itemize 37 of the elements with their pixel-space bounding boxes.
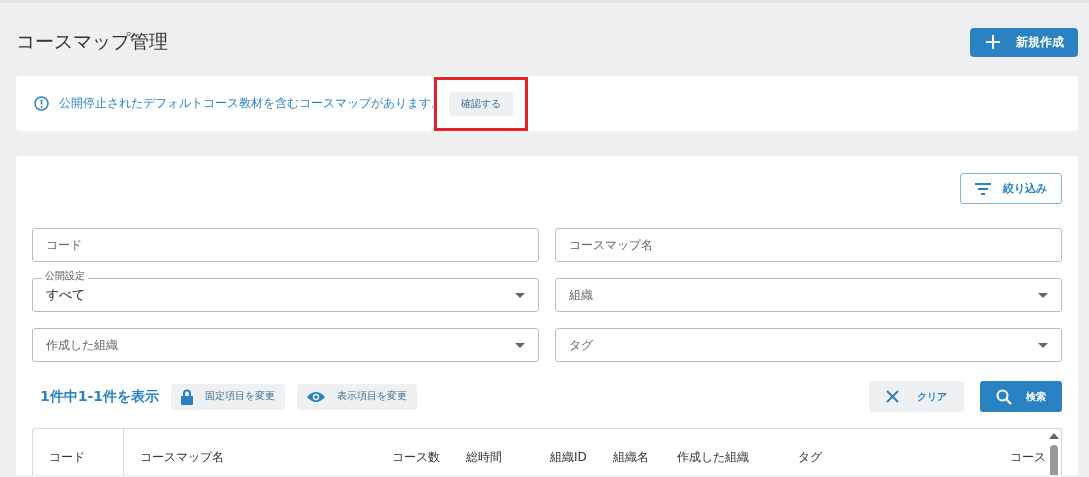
column-header: コースマップ名 bbox=[140, 450, 224, 464]
column-header: コース bbox=[1010, 450, 1046, 464]
eye-icon bbox=[307, 390, 326, 403]
confirm-button[interactable]: 確認する bbox=[449, 91, 513, 116]
dropdown-field[interactable]: タグ bbox=[555, 328, 1062, 362]
column-header: タグ bbox=[798, 450, 822, 464]
field-label: 公開設定 bbox=[42, 270, 88, 282]
column-header: 組織ID bbox=[550, 450, 587, 464]
fixed-columns-button[interactable]: 固定項目を変更 bbox=[171, 383, 286, 410]
search-button[interactable]: 検索 bbox=[980, 381, 1062, 412]
column-header: コース数 bbox=[392, 450, 440, 464]
column-header: 作成した組織 bbox=[677, 450, 749, 464]
page-title: コースマップ管理 bbox=[16, 29, 168, 54]
plus-icon bbox=[986, 35, 1000, 49]
info-icon bbox=[34, 96, 49, 111]
column-header: コード bbox=[49, 450, 85, 464]
search-icon bbox=[996, 388, 1012, 405]
column-header: 総時間 bbox=[466, 450, 502, 464]
filter-icon bbox=[975, 182, 991, 195]
text-field[interactable]: コード bbox=[32, 228, 539, 262]
dropdown-field[interactable]: 作成した組織 bbox=[32, 328, 539, 362]
clear-button[interactable]: クリア bbox=[869, 381, 964, 412]
visible-columns-button[interactable]: 表示項目を変更 bbox=[297, 383, 418, 410]
result-count: 1件中1-1件を表示 bbox=[40, 387, 160, 406]
dropdown-caret-icon bbox=[1038, 342, 1048, 348]
text-field[interactable]: コースマップ名 bbox=[555, 228, 1062, 262]
scroll-up-icon[interactable] bbox=[1049, 433, 1059, 439]
column-header: 組織名 bbox=[613, 450, 649, 464]
lock-icon bbox=[181, 388, 194, 405]
dropdown-caret-icon bbox=[515, 342, 525, 348]
dropdown-caret-icon bbox=[1038, 292, 1048, 298]
dropdown-field[interactable]: 組織 bbox=[555, 278, 1062, 312]
create-button[interactable]: 新規作成 bbox=[970, 27, 1078, 57]
filter-button[interactable]: 絞り込み bbox=[960, 173, 1062, 204]
scrollbar[interactable] bbox=[1048, 433, 1060, 475]
dropdown-caret-icon bbox=[515, 292, 525, 298]
close-icon bbox=[886, 390, 899, 403]
